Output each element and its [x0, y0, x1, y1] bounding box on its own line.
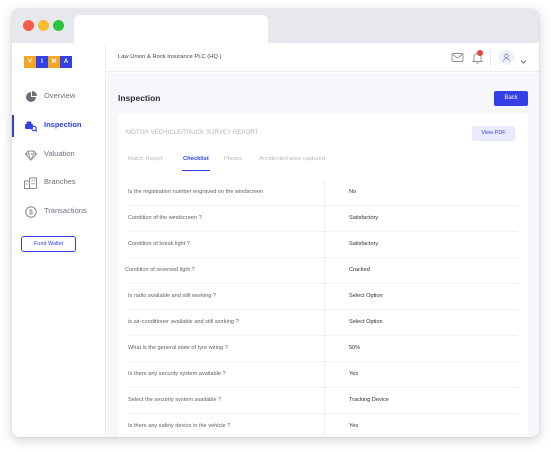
- checklist-answer: Yes: [349, 423, 359, 429]
- page-title: Inspection: [118, 93, 161, 103]
- table-row: Condition of reversed light ? Cracked: [118, 258, 528, 284]
- table-row: Is radio available and still working ? S…: [118, 284, 528, 310]
- sidebar-item-inspection[interactable]: Inspection: [12, 115, 106, 137]
- back-button[interactable]: Back: [494, 91, 528, 106]
- table-row: Select the security system available ? T…: [118, 388, 528, 414]
- sidebar-item-transactions[interactable]: $ Transactions: [12, 201, 106, 223]
- checklist-question: Is the registration number engraved on t…: [128, 189, 264, 195]
- column-divider: [324, 310, 325, 336]
- checklist-answer: No: [349, 189, 357, 195]
- table-row: is air-conditioner available and still w…: [118, 310, 528, 336]
- maximize-window-button[interactable]: [53, 20, 64, 31]
- report-title: MOTOR VECHICLE/TRUCK SURVEY REPORT: [126, 130, 259, 136]
- active-tab-indicator: [182, 170, 210, 171]
- car-search-icon: [24, 119, 37, 132]
- sidebar-item-label: Valuation: [44, 149, 75, 158]
- top-header: Law Union & Rock Insurance PLC (HQ ): [107, 43, 539, 72]
- logo-letter-v: V: [24, 56, 36, 68]
- checklist-question: Condition of the windscreen ?: [128, 215, 202, 221]
- tab-photos[interactable]: Photos: [224, 156, 242, 162]
- mail-icon[interactable]: [451, 51, 464, 64]
- checklist-question: Condition of reversed light ?: [125, 267, 195, 273]
- checklist-question: Is there any security system available ?: [128, 371, 226, 377]
- app-window: V I M A Overview Inspection Valuation Br…: [12, 9, 539, 437]
- table-row: Is there any safety device in the vehicl…: [118, 414, 528, 437]
- column-divider: [324, 258, 325, 284]
- view-pdf-button[interactable]: View PDF: [472, 126, 515, 141]
- fund-wallet-button[interactable]: Fund Wallet: [21, 236, 76, 252]
- survey-report-card: MOTOR VECHICLE/TRUCK SURVEY REPORT View …: [118, 113, 528, 437]
- user-avatar-icon[interactable]: [499, 50, 514, 65]
- column-divider: [324, 206, 325, 232]
- checklist-question: Is there any safety device in the vehicl…: [128, 423, 231, 429]
- chevron-down-icon[interactable]: [519, 53, 528, 64]
- checklist-answer: Tracking Device: [349, 397, 389, 403]
- diamond-icon: [24, 148, 37, 161]
- logo-letter-m: M: [48, 56, 60, 68]
- column-divider: [324, 336, 325, 362]
- checklist-answer: Yes: [349, 371, 359, 377]
- checklist-answer-select[interactable]: Select Option: [349, 319, 383, 325]
- table-row: Condition of the windscreen ? Satisfacto…: [118, 206, 528, 232]
- checklist-answer: Satisfactory: [349, 241, 379, 247]
- sidebar-item-label: Branches: [44, 177, 76, 186]
- sidebar-item-label: Transactions: [44, 206, 87, 215]
- column-divider: [324, 388, 325, 414]
- checklist-answer: Cracked: [349, 267, 370, 273]
- browser-titlebar: [12, 9, 539, 43]
- sidebar: V I M A Overview Inspection Valuation Br…: [12, 43, 106, 437]
- sidebar-item-label: Overview: [44, 91, 76, 100]
- logo-letter-a: A: [60, 56, 72, 68]
- sidebar-item-overview[interactable]: Overview: [12, 86, 106, 108]
- checklist-question: Is radio available and still working ?: [128, 293, 216, 299]
- column-divider: [324, 284, 325, 310]
- main-content: Inspection Back MOTOR VECHICLE/TRUCK SUR…: [107, 73, 539, 437]
- column-divider: [324, 232, 325, 258]
- checklist-answer: Satisfactory: [349, 215, 379, 221]
- vima-logo[interactable]: V I M A: [24, 56, 72, 68]
- table-row: What is the general state of tyre wiring…: [118, 336, 528, 362]
- pie-chart-icon: [24, 90, 37, 103]
- column-divider: [324, 414, 325, 437]
- sidebar-item-branches[interactable]: Branches: [12, 172, 106, 194]
- checklist-answer: 50%: [349, 345, 361, 351]
- table-row: Condition of break light ? Satisfactory: [118, 232, 528, 258]
- sidebar-item-valuation[interactable]: Valuation: [12, 144, 106, 166]
- tab-match-report[interactable]: Match Report: [128, 156, 163, 162]
- tab-checklist[interactable]: Checklist: [183, 156, 209, 162]
- table-row: Is the registration number engraved on t…: [118, 180, 528, 206]
- company-name: Law Union & Rock Insurance PLC (HQ ): [118, 54, 222, 60]
- close-window-button[interactable]: [23, 20, 34, 31]
- minimize-window-button[interactable]: [38, 20, 49, 31]
- browser-tab[interactable]: [74, 15, 268, 43]
- buildings-icon: [24, 176, 37, 189]
- header-divider: [490, 49, 491, 66]
- checklist-answer-select[interactable]: Select Option: [349, 293, 383, 299]
- logo-letter-i: I: [36, 56, 48, 68]
- tab-accidented-area[interactable]: Accidented area captured: [259, 156, 325, 162]
- column-divider: [324, 362, 325, 388]
- dollar-coin-icon: $: [24, 205, 37, 218]
- checklist-question: What is the general state of tyre wiring…: [128, 345, 228, 351]
- column-divider: [324, 180, 325, 206]
- sidebar-item-label: Inspection: [44, 120, 82, 129]
- table-row: Is there any security system available ?…: [118, 362, 528, 388]
- checklist-question: Select the security system available ?: [128, 397, 222, 403]
- svg-text:$: $: [29, 209, 33, 216]
- checklist-question: Condition of break light ?: [128, 241, 190, 247]
- notification-badge: [477, 50, 483, 56]
- checklist-question: is air-conditioner available and still w…: [128, 319, 239, 325]
